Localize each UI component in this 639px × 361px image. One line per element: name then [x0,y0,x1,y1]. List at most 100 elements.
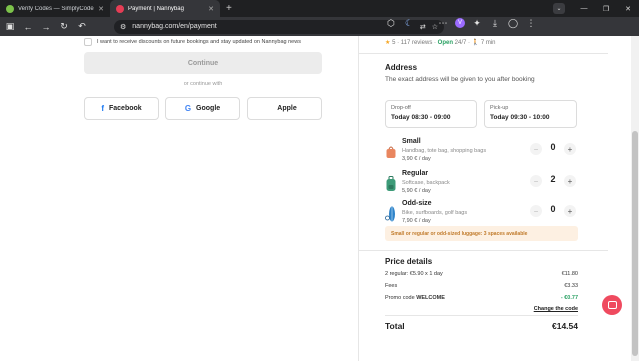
google-login-button[interactable]: G Google [165,97,240,120]
download-icon[interactable]: ⤓ [489,17,501,29]
url-text[interactable]: nannybag.com/en/payment [132,23,414,30]
luggage-row-small: Small Handbag, tote bag, shopping bags 3… [385,138,578,166]
dropoff-value: Today 08:30 - 09:00 [391,114,451,121]
surfboard-icon [385,206,395,222]
menu-more-icon[interactable]: ⋯ [437,17,449,29]
toolbar-extensions: ⬡ ☾ ⋯ V ✦ ⤓ ◯ ⋮ [385,17,578,29]
scrollbar-thumb[interactable] [632,131,638,356]
price-row-label: Fees [385,283,398,289]
dropoff-label: Drop-off [391,105,411,111]
price-row-value: €3.33 [564,283,578,289]
luggage-description: Softcase, backpack [402,180,450,186]
divider [358,250,608,251]
reload-icon[interactable]: ↻ [58,21,70,33]
open-status: Open [437,40,453,46]
decrease-quantity-button[interactable]: − [530,175,542,187]
extension-icon[interactable]: ⬡ [385,17,397,29]
increase-quantity-button[interactable]: + [564,143,576,155]
tab-verify-codes[interactable]: Verify Codes — SimplyCodes ✕ [0,0,110,17]
continue-button[interactable]: Continue [84,52,322,74]
quantity-value: 2 [550,174,556,184]
column-divider [358,36,359,361]
minimize-icon[interactable]: — [573,0,595,17]
chat-support-button[interactable] [602,295,622,315]
apple-label: Apple [277,105,297,112]
tab-label: Payment | Nannybag [128,5,184,12]
divider [358,53,608,54]
close-icon[interactable]: ✕ [98,5,104,13]
undo-icon[interactable]: ↶ [76,21,88,33]
luggage-price: 5,90 € / day [402,188,431,194]
facebook-label: Facebook [108,105,142,112]
quantity-value: 0 [550,204,556,214]
opening-hours: 24/7 · [454,40,471,46]
tab-label: Verify Codes — SimplyCodes [18,5,95,12]
store-rating: ★ 5 · 117 reviews · Open 24/7 · 🚶 7 min [385,39,496,46]
facebook-icon: f [101,104,104,113]
back-icon[interactable]: ← [22,21,34,33]
promo-discount: - €0.77 [560,295,578,301]
puzzle-icon[interactable]: ✦ [471,17,483,29]
new-tab-button[interactable]: + [220,0,238,17]
pickup-value: Today 09:30 - 10:00 [490,114,550,121]
or-continue-with-label: or continue with [183,81,223,87]
extension-avatar-icon[interactable]: V [455,18,465,28]
address-note: The exact address will be given to you a… [385,76,535,83]
promo-label: Promo code WELCOME [385,295,445,301]
window-controls: ⌄ — ❐ ✕ [553,0,639,17]
luggage-row-regular: Regular Softcase, backpack 5,90 € / day … [385,170,578,198]
price-row-label: 2 regular: €5.90 x 1 day [385,271,443,277]
apple-login-button[interactable]: Apple [247,97,322,120]
chat-icon [607,301,617,309]
simplycodes-favicon-icon [6,4,14,13]
decrease-quantity-button[interactable]: − [530,143,542,155]
luggage-price: 3,90 € / day [402,156,431,162]
total-label: Total [385,321,405,331]
availability-notice: Small or regular or odd-sized luggage: 3… [385,226,578,241]
facebook-login-button[interactable]: f Facebook [84,97,159,120]
google-label: Google [196,105,221,112]
close-icon[interactable]: ✕ [208,5,214,13]
browser-toolbar: ▣ ← → ↻ ↶ ⚙ nannybag.com/en/payment ⇄ ☆ … [0,17,639,36]
tab-search-icon[interactable]: ⌄ [553,3,565,14]
dropoff-selector[interactable]: Drop-off Today 08:30 - 09:00 [385,100,477,128]
luggage-name: Small [402,138,421,145]
side-panel-icon[interactable]: ▣ [4,21,16,33]
profile-icon[interactable]: ◯ [507,17,519,29]
luggage-description: Bike, surfboards, golf bags [402,210,468,216]
pickup-selector[interactable]: Pick-up Today 09:30 - 10:00 [484,100,577,128]
luggage-name: Odd-size [402,200,432,207]
maximize-icon[interactable]: ❐ [595,0,617,17]
increase-quantity-button[interactable]: + [564,205,576,217]
newsletter-checkbox[interactable] [84,38,92,46]
page-scrollbar[interactable] [631,36,639,361]
quantity-value: 0 [550,142,556,152]
tab-strip: Verify Codes — SimplyCodes ✕ Payment | N… [0,0,639,17]
dark-mode-icon[interactable]: ☾ [403,17,415,29]
total-value: €14.54 [552,321,578,331]
review-count[interactable]: · 117 reviews · [397,40,436,46]
nannybag-favicon-icon [116,4,124,13]
site-info-icon[interactable]: ⚙ [120,23,126,31]
pickup-label: Pick-up [490,105,509,111]
tab-payment[interactable]: Payment | Nannybag ✕ [110,0,220,17]
newsletter-label: I want to receive discounts on future bo… [97,39,301,45]
page-content: I want to receive discounts on future bo… [0,36,631,361]
address-heading: Address [385,63,418,72]
forward-icon[interactable]: → [40,21,52,33]
change-code-link[interactable]: Change the code [534,306,578,312]
newsletter-optin[interactable]: I want to receive discounts on future bo… [84,38,301,46]
promo-code: WELCOME [416,295,445,301]
luggage-row-odd-size: Odd-size Bike, surfboards, golf bags 7,9… [385,200,578,228]
price-details-heading: Price details [385,257,433,266]
backpack-icon [386,176,396,191]
price-row-value: €11.80 [561,271,578,277]
google-icon: G [184,104,192,113]
close-window-icon[interactable]: ✕ [617,0,639,17]
divider [385,315,578,316]
decrease-quantity-button[interactable]: − [530,205,542,217]
promo-prefix: Promo code [385,295,415,301]
kebab-menu-icon[interactable]: ⋮ [525,17,537,29]
walking-time: 🚶 7 min [471,40,496,46]
increase-quantity-button[interactable]: + [564,175,576,187]
